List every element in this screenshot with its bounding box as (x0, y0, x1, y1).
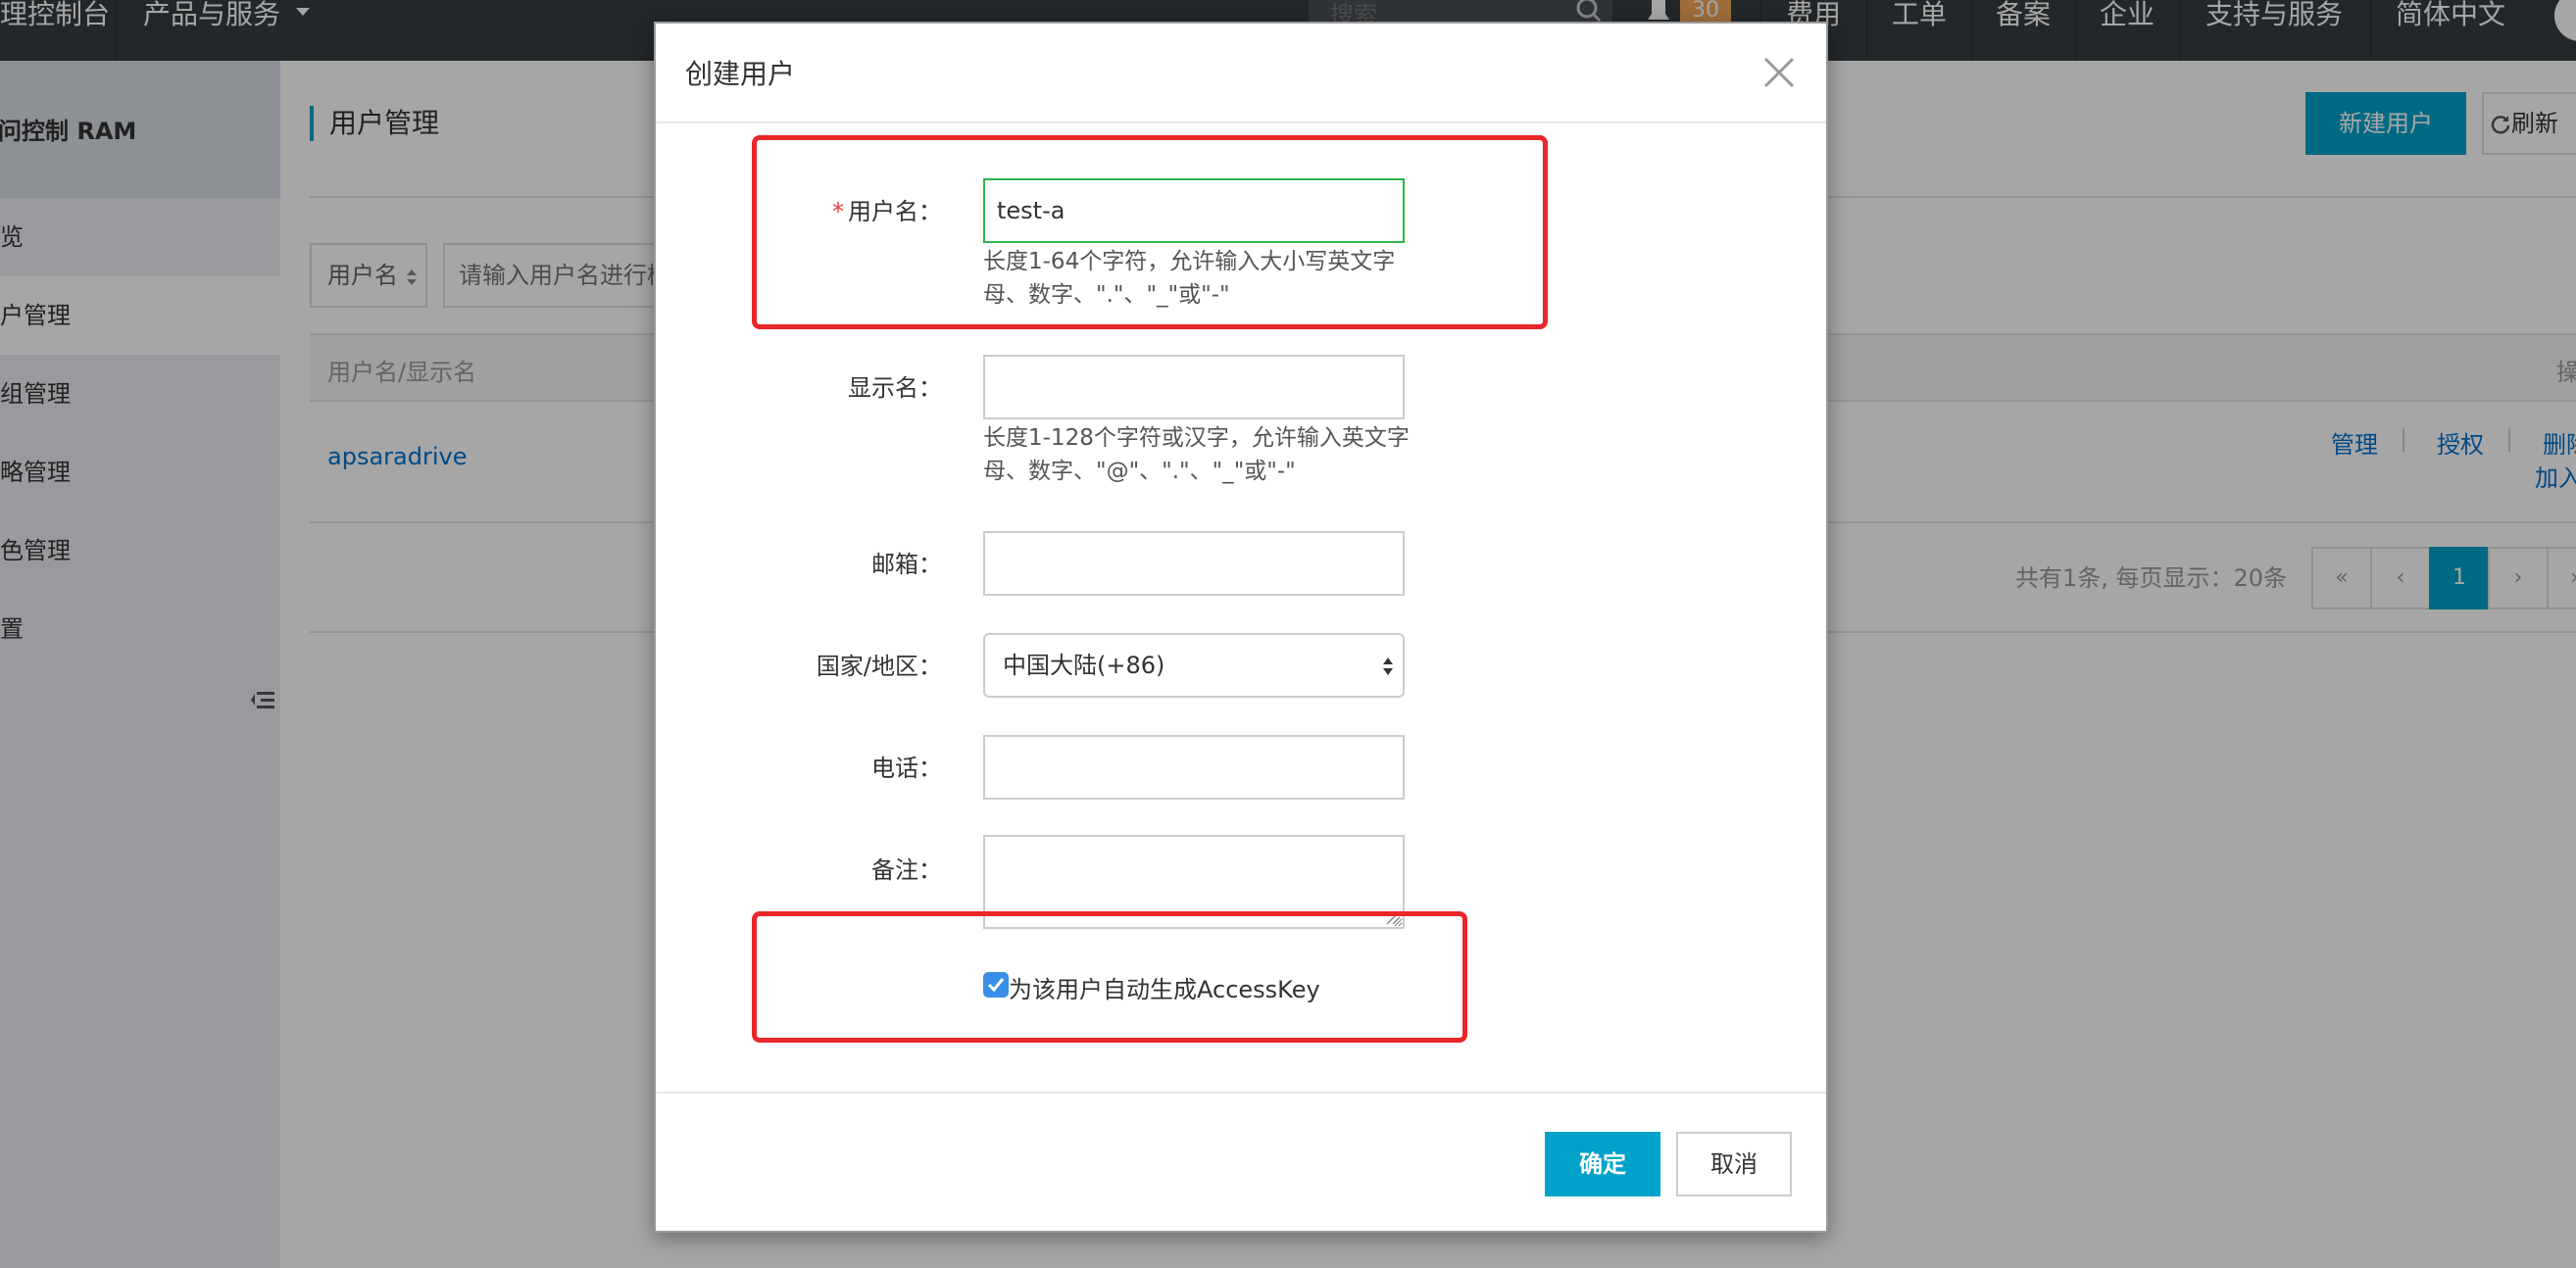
close-icon[interactable] (1759, 53, 1799, 92)
divider (656, 1092, 1826, 1094)
email-input[interactable] (983, 531, 1405, 596)
country-select-value: 中国大陆(+86) (1003, 652, 1165, 679)
dialog-title: 创建用户 (685, 58, 796, 90)
phone-input[interactable] (983, 735, 1405, 800)
confirm-button[interactable]: 确定 (1545, 1132, 1660, 1196)
display-name-label: 显示名： (848, 374, 942, 402)
country-select[interactable]: 中国大陆(+86) (983, 633, 1405, 698)
cancel-button[interactable]: 取消 (1676, 1132, 1792, 1196)
phone-label: 电话： (871, 755, 942, 782)
highlight-box-username (752, 135, 1548, 329)
dialog-header: 创建用户 (656, 24, 1826, 123)
country-label: 国家/地区： (816, 653, 942, 680)
select-arrows-icon (1383, 658, 1393, 675)
remark-label: 备注： (871, 856, 942, 884)
display-name-input[interactable] (983, 355, 1405, 419)
display-name-hint: 长度1-128个字符或汉字，允许输入英文字母、数字、"@"、"."、"_"或"-… (983, 425, 1410, 484)
highlight-box-accesskey (752, 911, 1467, 1043)
email-label: 邮箱： (871, 551, 942, 578)
